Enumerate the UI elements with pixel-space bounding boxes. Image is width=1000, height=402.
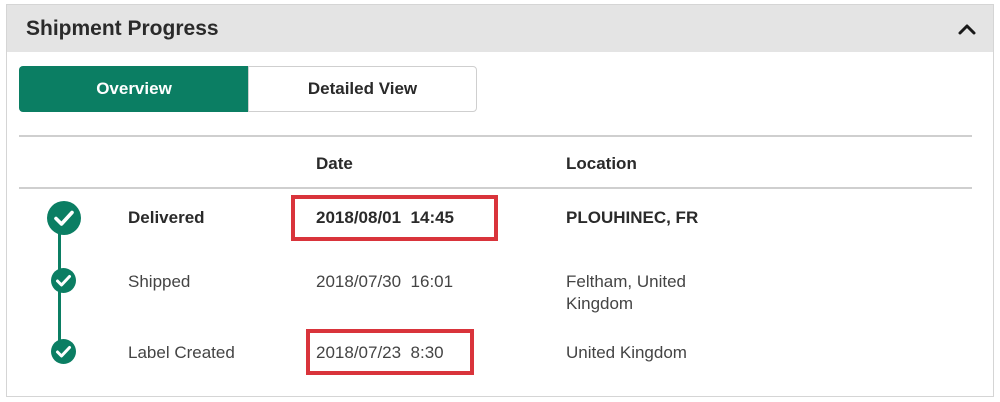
highlight-box-delivered-date [291, 195, 498, 241]
column-header-date: Date [316, 154, 353, 173]
shipment-progress-panel: Shipment Progress [6, 4, 994, 397]
panel-header[interactable]: Shipment Progress [7, 5, 993, 52]
status-label-created: Label Created [128, 343, 235, 362]
status-delivered: Delivered [128, 208, 205, 227]
table-top-divider [19, 135, 972, 137]
view-tabs: Overview Detailed View [19, 66, 477, 112]
tab-overview[interactable]: Overview [19, 66, 249, 112]
chevron-up-icon[interactable] [955, 18, 979, 42]
status-shipped: Shipped [128, 272, 191, 291]
panel-title: Shipment Progress [26, 17, 219, 40]
tab-detailed-view[interactable]: Detailed View [248, 66, 477, 112]
location-label-created: United Kingdom [566, 343, 687, 362]
check-circle-icon [51, 339, 76, 364]
check-circle-icon [47, 201, 81, 235]
location-delivered: PLOUHINEC, FR [566, 208, 699, 227]
date-shipped: 2018/07/30 16:01 [316, 272, 454, 291]
check-circle-icon [51, 268, 76, 293]
column-header-location: Location [566, 154, 637, 173]
table-header-divider [19, 187, 972, 189]
location-shipped-line1: Feltham, United [566, 272, 686, 291]
location-shipped-line2: Kingdom [566, 294, 634, 313]
highlight-box-label-created-date [306, 329, 474, 375]
